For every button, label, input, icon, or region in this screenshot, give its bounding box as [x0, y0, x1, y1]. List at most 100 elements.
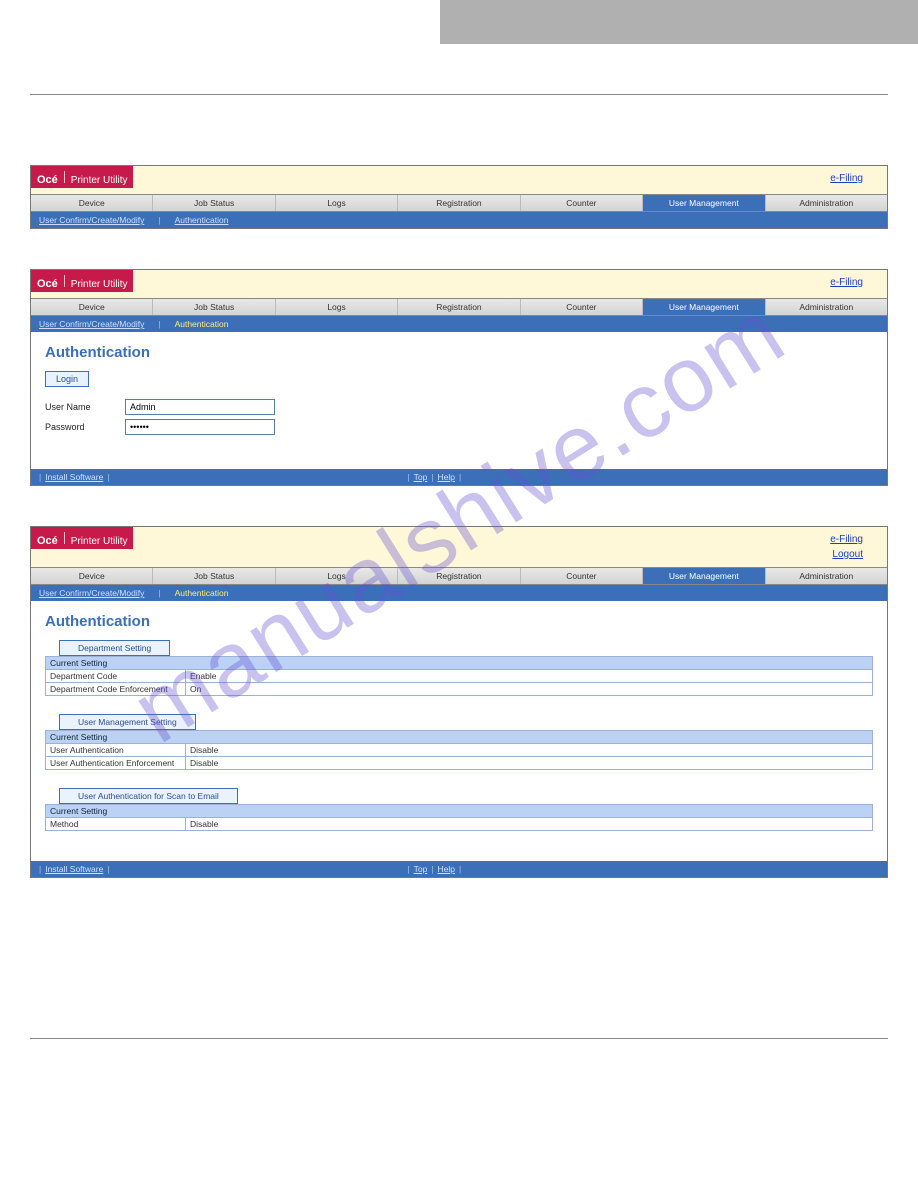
- app-header: Océ Printer Utility e-Filing Logout: [31, 527, 887, 567]
- subnav-auth-active[interactable]: Authentication: [175, 319, 229, 329]
- tab-registration[interactable]: Registration: [397, 299, 519, 315]
- tab-device[interactable]: Device: [31, 568, 152, 584]
- password-input[interactable]: [125, 419, 275, 435]
- top-rule: [30, 94, 888, 95]
- subnav-auth-active[interactable]: Authentication: [175, 588, 229, 598]
- subnav-confirm[interactable]: User Confirm/Create/Modify: [39, 588, 144, 598]
- login-button[interactable]: Login: [45, 371, 89, 387]
- sub-nav: User Confirm/Create/Modify | Authenticat…: [31, 212, 887, 228]
- table-key: User Authentication Enforcement: [46, 757, 186, 770]
- top-link[interactable]: Top: [414, 864, 428, 874]
- logo-product: Printer Utility: [71, 279, 128, 290]
- efiling-link[interactable]: e-Filing: [830, 173, 863, 184]
- page-title: Authentication: [45, 344, 873, 361]
- sub-nav: User Confirm/Create/Modify | Authenticat…: [31, 316, 887, 332]
- tab-administration[interactable]: Administration: [765, 568, 887, 584]
- install-software-link[interactable]: Install Software: [45, 864, 103, 874]
- logo-product: Printer Utility: [71, 175, 128, 186]
- scan-to-email-table: Current Setting MethodDisable: [45, 804, 873, 831]
- logo-product: Printer Utility: [71, 536, 128, 547]
- app-body: Authentication Department Setting Curren…: [31, 601, 887, 861]
- tab-device[interactable]: Device: [31, 195, 152, 211]
- tab-registration[interactable]: Registration: [397, 195, 519, 211]
- tab-logs[interactable]: Logs: [275, 299, 397, 315]
- nav-tabs: Device Job Status Logs Registration Coun…: [31, 298, 887, 316]
- screenshot-3: Océ Printer Utility e-Filing Logout Devi…: [30, 526, 888, 878]
- tab-registration[interactable]: Registration: [397, 568, 519, 584]
- tab-counter[interactable]: Counter: [520, 299, 642, 315]
- table-key: User Authentication: [46, 744, 186, 757]
- app-header: Océ Printer Utility e-Filing: [31, 166, 887, 194]
- logo-block: Océ Printer Utility: [31, 527, 133, 549]
- logo-divider: [64, 532, 65, 544]
- scan-to-email-button[interactable]: User Authentication for Scan to Email: [59, 788, 238, 804]
- header-gray-block: [440, 0, 918, 44]
- table-key: Method: [46, 818, 186, 831]
- department-setting-button[interactable]: Department Setting: [59, 640, 170, 656]
- subnav-auth[interactable]: Authentication: [175, 215, 229, 225]
- tab-counter[interactable]: Counter: [520, 195, 642, 211]
- table-val: Disable: [186, 818, 873, 831]
- efiling-link[interactable]: e-Filing: [830, 534, 863, 545]
- table-key: Department Code Enforcement: [46, 683, 186, 696]
- bottom-rule: [30, 1038, 888, 1039]
- help-link[interactable]: Help: [438, 864, 455, 874]
- user-management-setting-button[interactable]: User Management Setting: [59, 714, 196, 730]
- app-body: Authentication Login User Name Password: [31, 332, 887, 469]
- table-header: Current Setting: [46, 731, 873, 744]
- logo-block: Océ Printer Utility: [31, 166, 133, 188]
- tab-jobstatus[interactable]: Job Status: [152, 195, 274, 211]
- table-header: Current Setting: [46, 657, 873, 670]
- subnav-sep: |: [158, 588, 160, 598]
- table-key: Department Code: [46, 670, 186, 683]
- department-setting-block: Department Setting Current Setting Depar…: [45, 640, 873, 696]
- install-software-link[interactable]: Install Software: [45, 472, 103, 482]
- logo-brand: Océ: [37, 535, 58, 547]
- subnav-confirm[interactable]: User Confirm/Create/Modify: [39, 215, 144, 225]
- top-link[interactable]: Top: [414, 472, 428, 482]
- tab-jobstatus[interactable]: Job Status: [152, 568, 274, 584]
- app-header: Océ Printer Utility e-Filing: [31, 270, 887, 298]
- tab-usermanagement[interactable]: User Management: [642, 568, 764, 584]
- password-label: Password: [45, 422, 125, 432]
- table-val: Enable: [186, 670, 873, 683]
- table-val: On: [186, 683, 873, 696]
- logo-divider: [64, 275, 65, 287]
- subnav-confirm[interactable]: User Confirm/Create/Modify: [39, 319, 144, 329]
- scan-to-email-block: User Authentication for Scan to Email Cu…: [45, 788, 873, 831]
- logout-link[interactable]: Logout: [832, 549, 863, 560]
- logo-brand: Océ: [37, 174, 58, 186]
- subnav-sep: |: [158, 319, 160, 329]
- username-label: User Name: [45, 402, 125, 412]
- tab-counter[interactable]: Counter: [520, 568, 642, 584]
- app-footer: | Install Software | | Top | Help |: [31, 469, 887, 485]
- help-link[interactable]: Help: [438, 472, 455, 482]
- table-val: Disable: [186, 757, 873, 770]
- user-management-setting-table: Current Setting User AuthenticationDisab…: [45, 730, 873, 770]
- logo-divider: [64, 171, 65, 183]
- tab-logs[interactable]: Logs: [275, 195, 397, 211]
- screenshot-1: Océ Printer Utility e-Filing Device Job …: [30, 165, 888, 229]
- tab-usermanagement[interactable]: User Management: [642, 299, 764, 315]
- page-header-bar: [0, 0, 918, 44]
- logo-block: Océ Printer Utility: [31, 270, 133, 292]
- tab-device[interactable]: Device: [31, 299, 152, 315]
- tab-logs[interactable]: Logs: [275, 568, 397, 584]
- subnav-sep: |: [158, 215, 160, 225]
- app-footer: | Install Software | | Top | Help |: [31, 861, 887, 877]
- table-val: Disable: [186, 744, 873, 757]
- page-title: Authentication: [45, 613, 873, 630]
- tab-administration[interactable]: Administration: [765, 195, 887, 211]
- username-input[interactable]: [125, 399, 275, 415]
- efiling-link[interactable]: e-Filing: [830, 277, 863, 288]
- department-setting-table: Current Setting Department CodeEnable De…: [45, 656, 873, 696]
- tab-jobstatus[interactable]: Job Status: [152, 299, 274, 315]
- tab-usermanagement[interactable]: User Management: [642, 195, 764, 211]
- nav-tabs: Device Job Status Logs Registration Coun…: [31, 194, 887, 212]
- nav-tabs: Device Job Status Logs Registration Coun…: [31, 567, 887, 585]
- tab-administration[interactable]: Administration: [765, 299, 887, 315]
- table-header: Current Setting: [46, 805, 873, 818]
- user-management-setting-block: User Management Setting Current Setting …: [45, 714, 873, 770]
- header-left-spacer: [0, 0, 440, 44]
- logo-brand: Océ: [37, 278, 58, 290]
